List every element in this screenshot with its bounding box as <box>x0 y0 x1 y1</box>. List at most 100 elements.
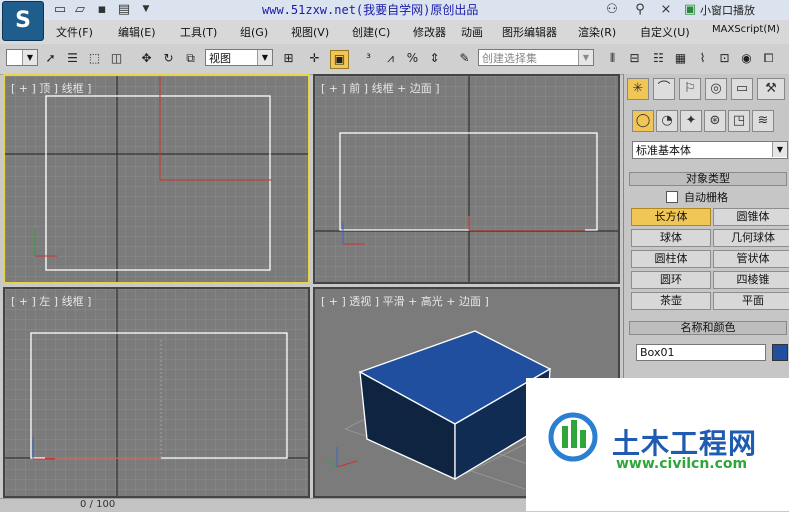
cameras-icon[interactable]: ⊛ <box>704 110 726 132</box>
reference-coordinate-dropdown[interactable]: 视图 ▼ <box>205 49 273 66</box>
geometry-icon[interactable]: ◯ <box>632 110 654 132</box>
clear-icon[interactable]: ⨯ <box>658 2 674 17</box>
menu-file[interactable]: 文件(F) <box>56 24 93 40</box>
create-tab-icon[interactable]: ✳ <box>627 78 649 100</box>
snaps-toggle-icon[interactable]: ³ <box>360 50 377 67</box>
site-logo-mark <box>548 412 598 462</box>
layer-manager-icon[interactable]: ☷ <box>650 50 667 67</box>
viewport-front[interactable]: [ + ] 前 ] 线框 + 边面 ] <box>313 74 620 284</box>
angle-snap-icon[interactable]: ⩘ <box>382 50 399 67</box>
menu-customize[interactable]: 自定义(U) <box>640 24 690 40</box>
menu-create[interactable]: 创建(C) <box>352 24 390 40</box>
rect-selection-icon[interactable]: ⬚ <box>86 50 103 67</box>
object-type-rollout[interactable]: 对象类型 <box>629 172 787 186</box>
curve-editor-icon[interactable]: ⌇ <box>694 50 711 67</box>
select-by-name-icon[interactable]: ☰ <box>64 50 81 67</box>
search-icon[interactable]: ⚲ <box>632 2 648 17</box>
app-logo[interactable]: S <box>2 1 44 41</box>
reference-coordinate-value: 视图 <box>209 52 231 65</box>
select-object-icon[interactable]: ➚ <box>42 50 59 67</box>
shapes-icon[interactable]: ◔ <box>656 110 678 132</box>
rotate-icon[interactable]: ↻ <box>160 50 177 67</box>
autogrid-checkbox[interactable] <box>666 191 678 203</box>
torus-button[interactable]: 圆环 <box>631 271 711 289</box>
percent-snap-icon[interactable]: % <box>404 50 421 67</box>
object-category-value: 标准基本体 <box>636 144 691 157</box>
binoculars-icon[interactable]: ⚇ <box>604 2 620 17</box>
main-toolbar: ▼ ➚ ☰ ⬚ ◫ ✥ ↻ ⧉ 视图 ▼ ⊞ ✛ ▣ ³ ⩘ % ⇕ ✎ 创建选择… <box>0 44 789 75</box>
viewport-top[interactable]: [ + ] 顶 ] 线框 ] <box>3 74 310 284</box>
scale-icon[interactable]: ⧉ <box>182 50 199 67</box>
spinner-snap-icon[interactable]: ⇕ <box>426 50 443 67</box>
plane-button[interactable]: 平面 <box>713 292 789 310</box>
viewport-perspective-label[interactable]: [ + ] 透视 ] 平滑 + 高光 + 边面 ] <box>321 293 489 309</box>
object-name-input[interactable]: Box01 <box>636 344 766 361</box>
named-selection-placeholder: 创建选择集 <box>482 52 537 65</box>
menu-maxscript[interactable]: MAXScript(M) <box>712 24 780 35</box>
menu-tools[interactable]: 工具(T) <box>180 24 217 40</box>
render-setup-icon[interactable]: ⧠ <box>760 50 777 67</box>
menu-rendering[interactable]: 渲染(R) <box>578 24 616 40</box>
quick-access-dropdown-icon[interactable]: ▼ <box>138 2 154 17</box>
viewport-top-canvas <box>5 76 308 282</box>
project-icon[interactable]: ▤ <box>116 2 132 17</box>
helpers-icon[interactable]: ◳ <box>728 110 750 132</box>
selection-filter-dropdown[interactable]: ▼ <box>6 49 38 66</box>
title-bar: S ▭ ▱ ▪ ▤ ▼ www.51zxw.net(我要自学网)原创出品 ⚇ ⚲… <box>0 0 789 41</box>
watermark-text: www.51zxw.net(我要自学网)原创出品 <box>262 3 479 17</box>
pyramid-button[interactable]: 四棱锥 <box>713 271 789 289</box>
time-slider-bar[interactable]: 0 / 100 <box>0 498 526 512</box>
chevron-down-icon: ▼ <box>772 142 787 157</box>
viewport-front-canvas <box>315 76 618 282</box>
align-icon[interactable]: ⊟ <box>626 50 643 67</box>
utilities-tab-icon[interactable]: ⚒ <box>757 78 785 100</box>
window-crossing-icon[interactable]: ◫ <box>108 50 125 67</box>
object-type-header: 对象类型 <box>686 172 730 185</box>
space-warps-icon[interactable]: ≋ <box>752 110 774 132</box>
viewport-left-canvas <box>5 289 308 496</box>
object-color-swatch[interactable] <box>772 344 788 361</box>
material-editor-icon[interactable]: ◉ <box>738 50 755 67</box>
viewport-front-label[interactable]: [ + ] 前 ] 线框 + 边面 ] <box>321 80 440 96</box>
frame-counter: 0 / 100 <box>80 499 116 510</box>
player-icon[interactable]: ▣ <box>682 2 698 17</box>
save-icon[interactable]: ▪ <box>94 2 110 17</box>
schematic-view-icon[interactable]: ⊡ <box>716 50 733 67</box>
viewport-left-label[interactable]: [ + ] 左 ] 线框 ] <box>11 293 91 309</box>
chevron-down-icon: ▼ <box>257 50 272 65</box>
name-color-rollout[interactable]: 名称和颜色 <box>629 321 787 335</box>
menu-group[interactable]: 组(G) <box>240 24 268 40</box>
hierarchy-tab-icon[interactable]: ⚐ <box>679 78 701 100</box>
cone-button[interactable]: 圆锥体 <box>713 208 789 226</box>
move-icon[interactable]: ✥ <box>138 50 155 67</box>
menu-edit[interactable]: 编辑(E) <box>118 24 156 40</box>
pivot-center-icon[interactable]: ⊞ <box>280 50 297 67</box>
cylinder-button[interactable]: 圆柱体 <box>631 250 711 268</box>
select-manipulate-icon[interactable]: ✛ <box>306 50 323 67</box>
chevron-down-icon: ▼ <box>22 50 37 65</box>
teapot-button[interactable]: 茶壶 <box>631 292 711 310</box>
viewport-left[interactable]: [ + ] 左 ] 线框 ] <box>3 287 310 498</box>
geosphere-button[interactable]: 几何球体 <box>713 229 789 247</box>
menu-modifiers[interactable]: 修改器 <box>413 24 446 40</box>
lights-icon[interactable]: ✦ <box>680 110 702 132</box>
menu-views[interactable]: 视图(V) <box>291 24 329 40</box>
keyboard-shortcut-toggle-icon[interactable]: ▣ <box>330 50 349 69</box>
sphere-button[interactable]: 球体 <box>631 229 711 247</box>
edit-named-selection-icon[interactable]: ✎ <box>456 50 473 67</box>
menu-animation[interactable]: 动画 <box>461 24 483 40</box>
open-folder-icon[interactable]: ▱ <box>72 2 88 17</box>
graphite-ribbon-icon[interactable]: ▦ <box>672 50 689 67</box>
named-selection-set-dropdown[interactable]: 创建选择集 ▼ <box>478 49 594 66</box>
modify-tab-icon[interactable]: ⌒ <box>653 78 675 100</box>
display-tab-icon[interactable]: ▭ <box>731 78 753 100</box>
motion-tab-icon[interactable]: ◎ <box>705 78 727 100</box>
box-button[interactable]: 长方体 <box>631 208 711 226</box>
tube-button[interactable]: 管状体 <box>713 250 789 268</box>
object-category-dropdown[interactable]: 标准基本体 ▼ <box>632 141 788 159</box>
new-file-icon[interactable]: ▭ <box>52 2 68 17</box>
menu-graph-editors[interactable]: 图形编辑器 <box>502 24 557 40</box>
viewport-top-label[interactable]: [ + ] 顶 ] 线框 ] <box>11 80 91 96</box>
mirror-icon[interactable]: ⫴ <box>604 50 621 67</box>
player-label[interactable]: 小窗口播放 <box>700 2 755 18</box>
